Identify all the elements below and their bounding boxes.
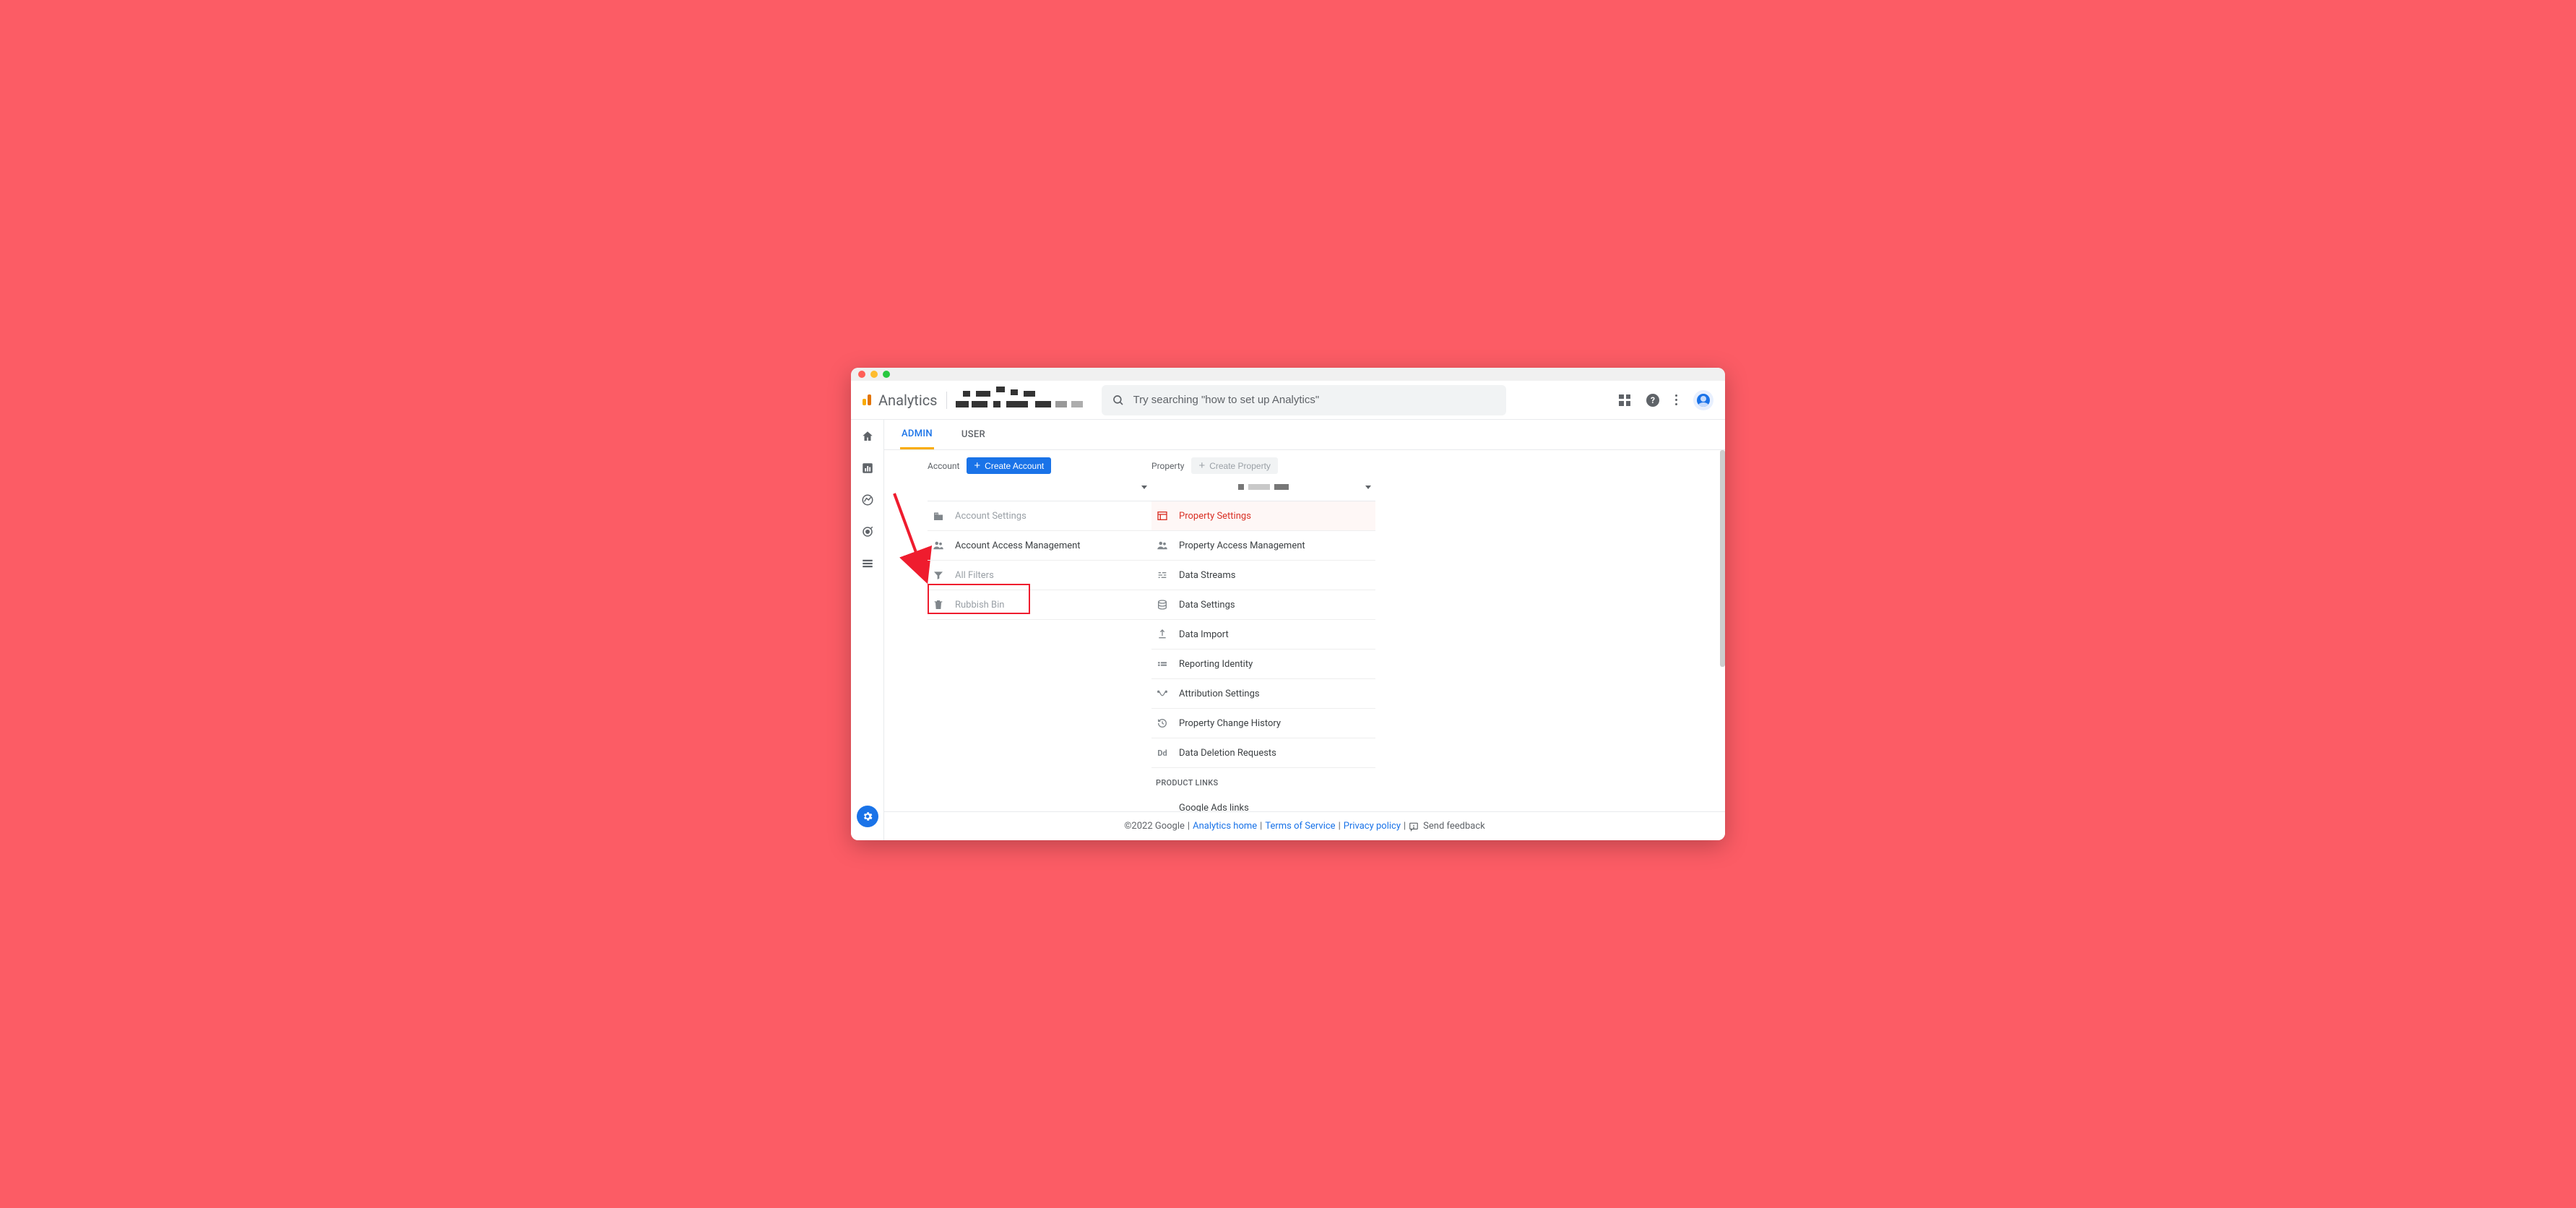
advertising-icon[interactable] xyxy=(861,525,874,538)
plus-icon: + xyxy=(1198,460,1205,471)
feedback-icon xyxy=(1409,821,1419,832)
section-product-links: PRODUCT LINKS xyxy=(1151,768,1375,793)
database-icon xyxy=(1156,598,1169,611)
people-icon xyxy=(1156,539,1169,552)
chevron-down-icon xyxy=(1365,486,1371,489)
menu-all-filters[interactable]: All Filters xyxy=(928,561,1151,590)
filter-icon xyxy=(932,569,945,582)
link-privacy-policy[interactable]: Privacy policy xyxy=(1344,821,1401,832)
analytics-logo-icon xyxy=(863,394,871,405)
home-icon[interactable] xyxy=(861,430,874,443)
layout-icon xyxy=(1156,509,1169,522)
search-bar[interactable] xyxy=(1102,385,1506,415)
menu-account-access[interactable]: Account Access Management xyxy=(928,531,1151,561)
chevron-down-icon xyxy=(1141,486,1147,489)
analytics-logo[interactable]: Analytics xyxy=(863,392,938,409)
menu-property-change-history[interactable]: Property Change History xyxy=(1151,709,1375,738)
tab-admin[interactable]: ADMIN xyxy=(900,420,934,449)
copyright: ©2022 Google xyxy=(1124,821,1185,832)
property-label: Property xyxy=(1151,461,1184,471)
header-divider xyxy=(946,392,947,409)
people-icon xyxy=(932,539,945,552)
upload-icon xyxy=(1156,628,1169,641)
header-actions: ? xyxy=(1619,390,1713,410)
create-account-button[interactable]: + Create Account xyxy=(967,457,1051,474)
menu-reporting-identity[interactable]: Reporting Identity xyxy=(1151,650,1375,679)
menu-google-ads-links[interactable]: Google Ads links xyxy=(1151,793,1375,811)
send-feedback-button[interactable]: Send feedback xyxy=(1409,821,1485,832)
apps-icon[interactable] xyxy=(1619,394,1630,406)
menu-data-import[interactable]: Data Import xyxy=(1151,620,1375,650)
menu-property-access[interactable]: Property Access Management xyxy=(1151,531,1375,561)
link-analytics-home[interactable]: Analytics home xyxy=(1193,821,1257,832)
menu-account-settings[interactable]: Account Settings xyxy=(928,501,1151,531)
history-icon xyxy=(1156,717,1169,730)
reports-icon[interactable] xyxy=(861,462,874,475)
configure-icon[interactable] xyxy=(861,557,874,570)
admin-tabs: ADMIN USER xyxy=(884,420,1725,450)
brand-text: Analytics xyxy=(878,392,938,409)
account-selector[interactable] xyxy=(928,480,1151,501)
menu-data-settings[interactable]: Data Settings xyxy=(1151,590,1375,620)
link-terms-of-service[interactable]: Terms of Service xyxy=(1265,821,1335,832)
trash-icon xyxy=(932,598,945,611)
kebab-menu-icon[interactable] xyxy=(1675,394,1677,405)
window-title-bar xyxy=(851,368,1725,381)
footer: ©2022 Google | Analytics home | Terms of… xyxy=(884,811,1725,840)
admin-settings-button[interactable] xyxy=(857,806,878,827)
menu-attribution-settings[interactable]: Attribution Settings xyxy=(1151,679,1375,709)
account-label: Account xyxy=(928,461,959,471)
attribution-icon xyxy=(1156,687,1169,700)
main-panel: ADMIN USER Account + Create Account xyxy=(884,420,1725,840)
menu-data-deletion-requests[interactable]: Dd Data Deletion Requests xyxy=(1151,738,1375,768)
user-avatar[interactable] xyxy=(1693,390,1713,410)
explore-icon[interactable] xyxy=(861,493,874,506)
menu-property-settings[interactable]: Property Settings xyxy=(1151,501,1375,531)
maximize-window-button[interactable] xyxy=(883,371,890,378)
left-nav-rail xyxy=(851,420,884,840)
property-selector[interactable] xyxy=(1151,480,1375,501)
tab-user[interactable]: USER xyxy=(960,420,987,449)
identity-icon xyxy=(1156,657,1169,670)
close-window-button[interactable] xyxy=(858,371,865,378)
app-header: Analytics ? xyxy=(851,381,1725,420)
search-icon xyxy=(1112,394,1125,407)
deletion-icon: Dd xyxy=(1156,746,1169,759)
admin-columns: Account + Create Account Account Setting… xyxy=(884,450,1725,811)
menu-data-streams[interactable]: Data Streams xyxy=(1151,561,1375,590)
scrollbar[interactable] xyxy=(1720,450,1725,667)
minimize-window-button[interactable] xyxy=(870,371,878,378)
streams-icon xyxy=(1156,569,1169,582)
create-property-button: + Create Property xyxy=(1191,457,1277,474)
property-column: Property + Create Property xyxy=(1151,457,1375,811)
help-icon[interactable]: ? xyxy=(1646,394,1659,407)
menu-rubbish-bin[interactable]: Rubbish Bin xyxy=(928,590,1151,620)
search-input[interactable] xyxy=(1133,394,1496,406)
annotation-arrow xyxy=(890,491,933,584)
account-column: Account + Create Account Account Setting… xyxy=(928,457,1151,811)
browser-window: Analytics ? xyxy=(851,368,1725,840)
body-area: ADMIN USER Account + Create Account xyxy=(851,420,1725,840)
property-name-redacted xyxy=(1151,480,1375,490)
account-selector-redacted[interactable] xyxy=(956,389,1093,411)
plus-icon: + xyxy=(974,460,980,471)
building-icon xyxy=(932,509,945,522)
